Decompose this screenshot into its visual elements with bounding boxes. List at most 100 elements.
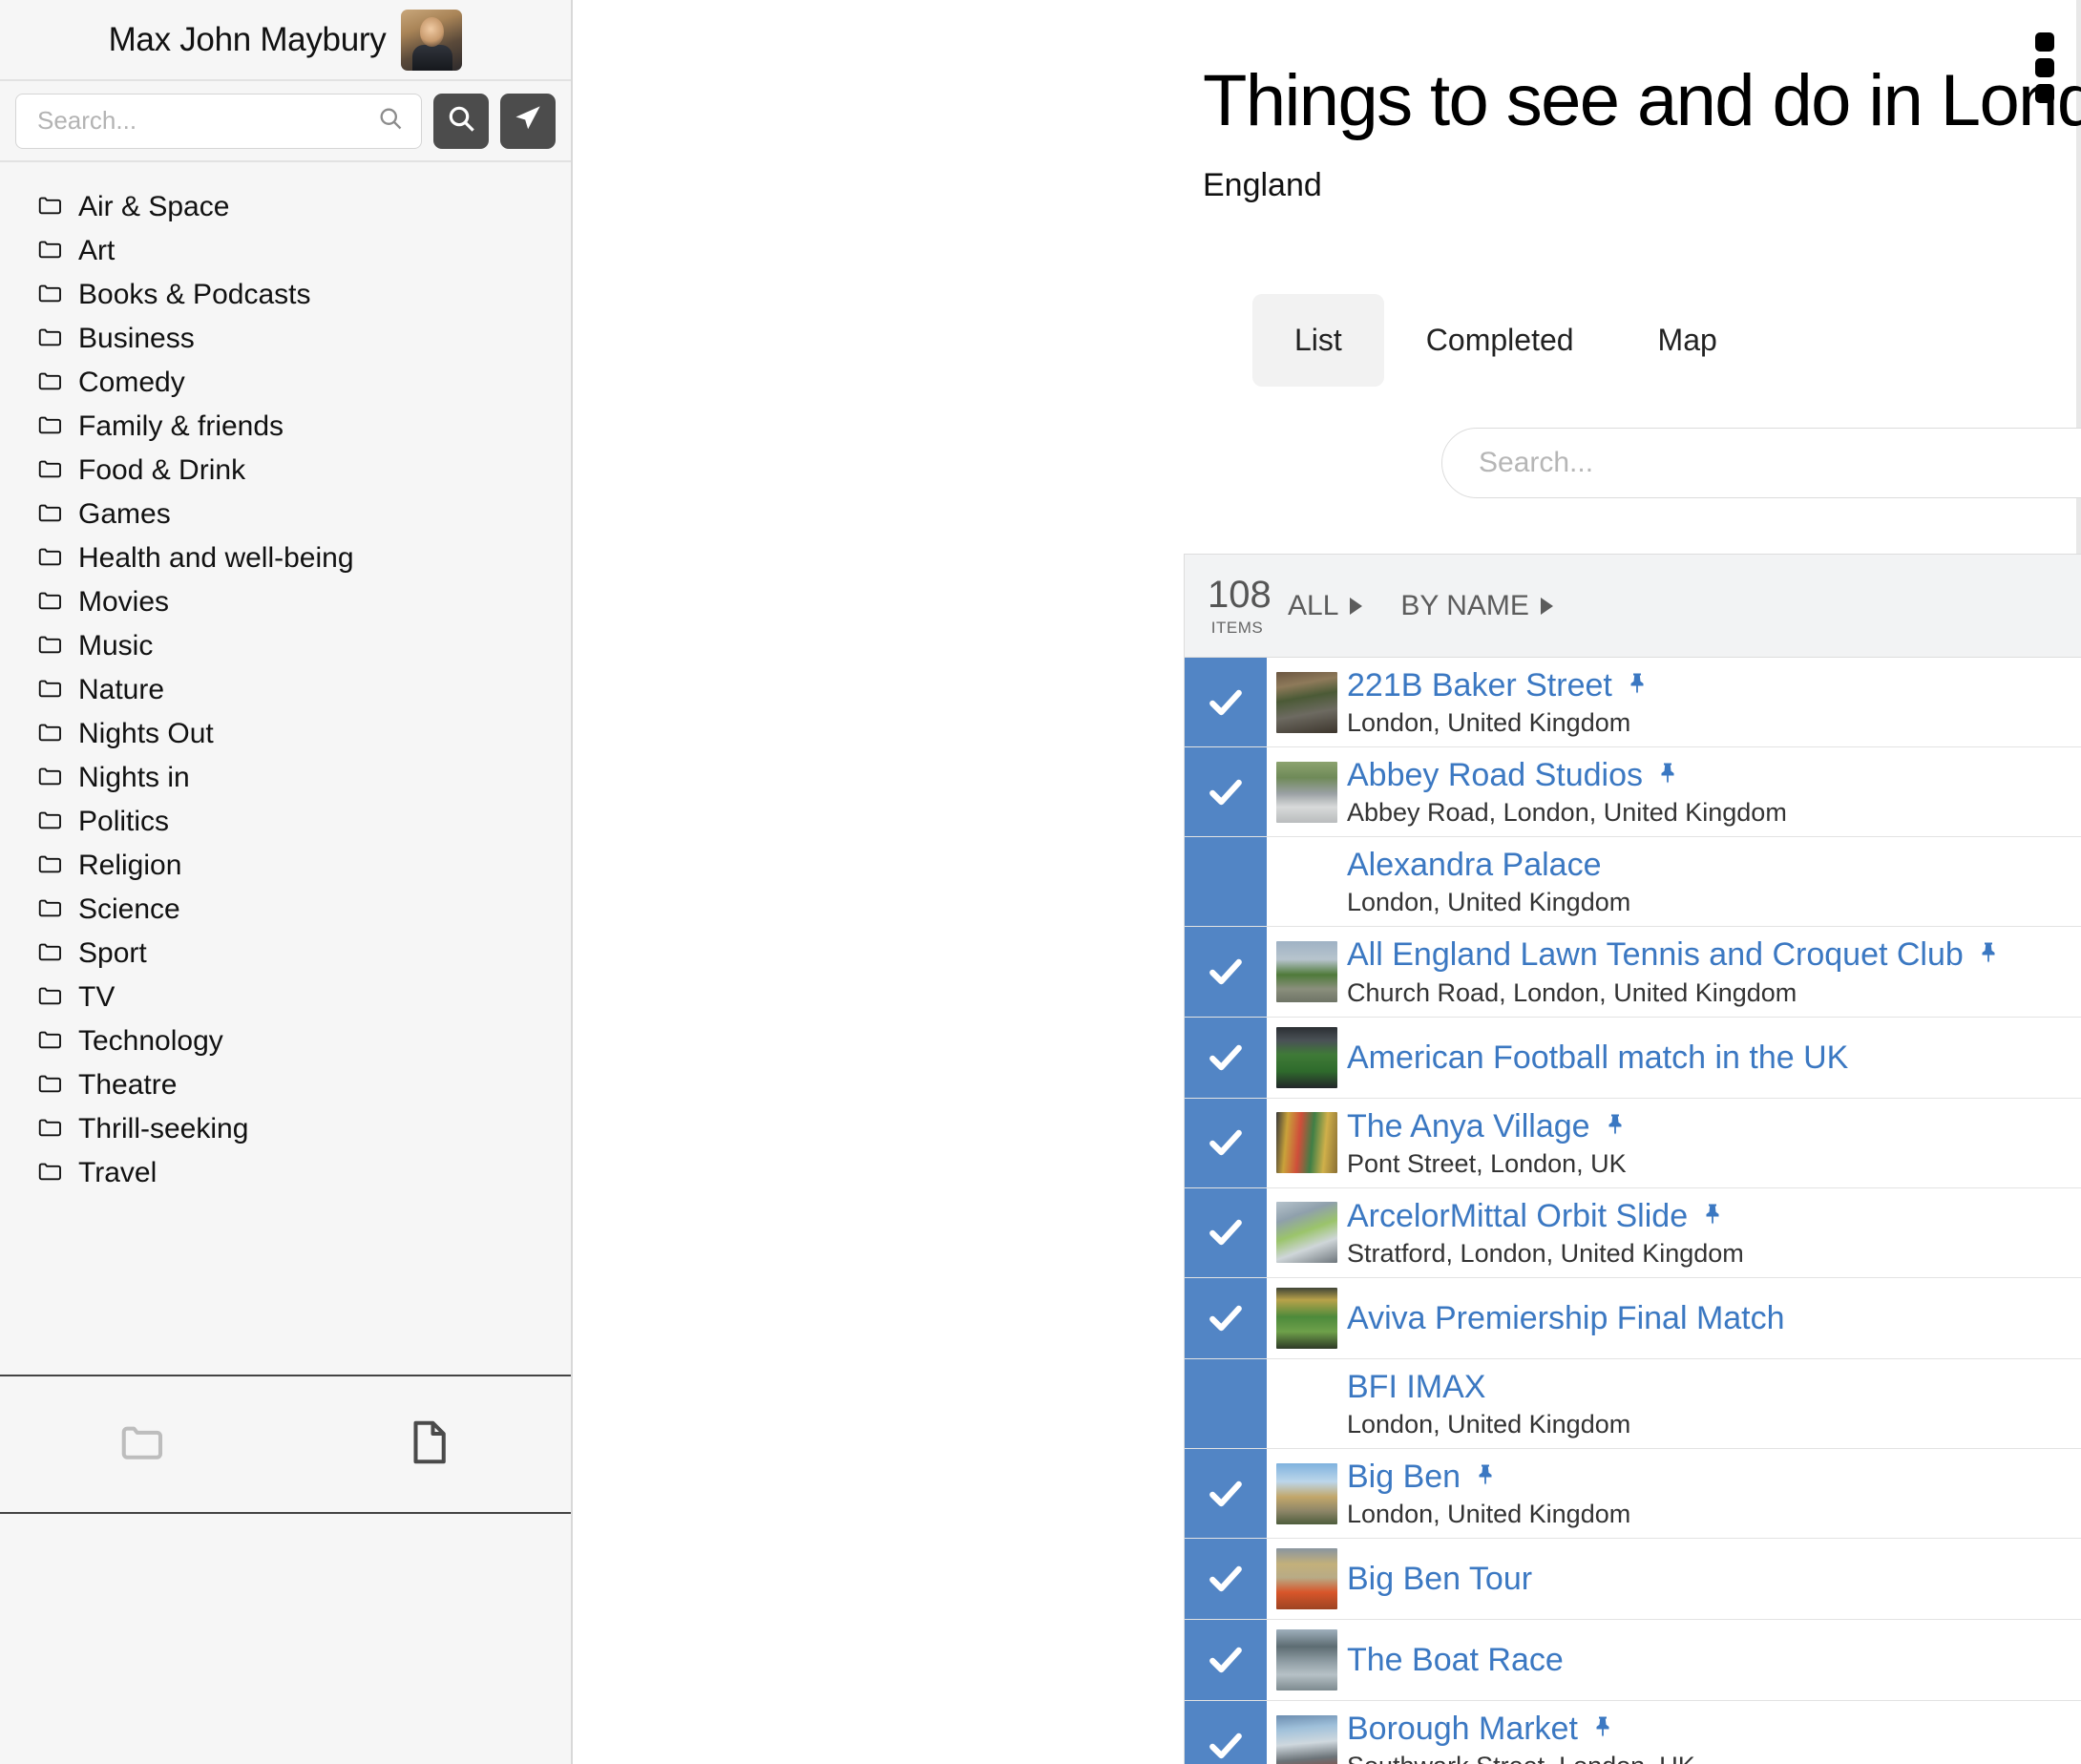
sidebar-item-air-space[interactable]: Air & Space	[0, 185, 571, 229]
item-text: Big Ben London, United Kingdom	[1347, 1458, 1630, 1529]
sidebar-item-label: Family & friends	[78, 410, 284, 442]
sidebar-item-health-and-well-being[interactable]: Health and well-being	[0, 536, 571, 580]
item-checkbox[interactable]	[1185, 1358, 1267, 1449]
list-search-box[interactable]	[1441, 428, 2081, 498]
sidebar-item-books-podcasts[interactable]: Books & Podcasts	[0, 273, 571, 317]
page-title: Things to see and do in London	[1203, 60, 2081, 141]
sidebar-item-science[interactable]: Science	[0, 888, 571, 932]
sidebar-search-button[interactable]	[433, 93, 489, 149]
item-checkbox[interactable]	[1185, 927, 1267, 1017]
item-checkbox[interactable]	[1185, 1187, 1267, 1277]
sidebar-item-politics[interactable]: Politics	[0, 800, 571, 844]
item-title[interactable]: Alexandra Palace	[1347, 846, 1630, 884]
sidebar-item-art[interactable]: Art	[0, 229, 571, 273]
kebab-menu-icon[interactable]	[2035, 32, 2056, 103]
list-item[interactable]: Big Ben Tour	[1185, 1539, 2081, 1621]
sidebar-item-family-friends[interactable]: Family & friends	[0, 405, 571, 449]
sidebar-item-label: Games	[78, 498, 171, 530]
list-item[interactable]: Alexandra Palace London, United Kingdom	[1185, 837, 2081, 928]
item-checkbox[interactable]	[1185, 1017, 1267, 1098]
list-item[interactable]: Big Ben London, United Kingdom	[1185, 1449, 2081, 1540]
kebab-dot	[2035, 84, 2054, 103]
item-title[interactable]: American Football match in the UK	[1347, 1039, 1848, 1077]
sidebar-folders-button[interactable]	[0, 1417, 285, 1473]
item-title[interactable]: Big Ben	[1347, 1458, 1630, 1496]
item-title[interactable]: Aviva Premiership Final Match	[1347, 1299, 1785, 1337]
sidebar-item-business[interactable]: Business	[0, 317, 571, 361]
item-checkbox[interactable]	[1185, 1539, 1267, 1620]
item-title[interactable]: The Anya Village	[1347, 1107, 1627, 1145]
list-item[interactable]: Borough Market Southwark Street, London, …	[1185, 1701, 2081, 1764]
item-checkbox[interactable]	[1185, 1701, 1267, 1764]
sidebar-documents-button[interactable]	[285, 1417, 571, 1473]
item-thumbnail	[1276, 671, 1337, 733]
list-item[interactable]: The Anya Village Pont Street, London, UK	[1185, 1098, 2081, 1188]
sidebar-item-games[interactable]: Games	[0, 493, 571, 536]
tab-completed[interactable]: Completed	[1384, 294, 1616, 387]
list-item[interactable]: American Football match in the UK	[1185, 1017, 2081, 1099]
item-title[interactable]: BFI IMAX	[1347, 1368, 1630, 1406]
sidebar-item-label: Air & Space	[78, 191, 230, 222]
view-tabs: List Completed Map	[1252, 294, 1759, 387]
item-title[interactable]: Big Ben Tour	[1347, 1560, 1532, 1598]
item-checkbox[interactable]	[1185, 658, 1267, 747]
sidebar-item-nights-out[interactable]: Nights Out	[0, 712, 571, 756]
sidebar-item-theatre[interactable]: Theatre	[0, 1063, 571, 1107]
sidebar-item-food-drink[interactable]: Food & Drink	[0, 449, 571, 493]
folder-icon	[36, 630, 65, 663]
list-item[interactable]: BFI IMAX London, United Kingdom	[1185, 1358, 2081, 1450]
sidebar-locate-button[interactable]	[500, 93, 556, 149]
item-title[interactable]: 221B Baker Street	[1347, 666, 1649, 704]
item-subtitle: Pont Street, London, UK	[1347, 1148, 1627, 1178]
item-thumbnail	[1276, 1112, 1337, 1174]
item-text: Aviva Premiership Final Match	[1347, 1299, 1785, 1337]
sidebar-item-nature[interactable]: Nature	[0, 668, 571, 712]
sidebar-item-label: Art	[78, 235, 116, 266]
item-checkbox[interactable]	[1185, 1620, 1267, 1701]
item-checkbox[interactable]	[1185, 837, 1267, 927]
item-checkbox[interactable]	[1185, 747, 1267, 837]
avatar[interactable]	[401, 9, 463, 71]
search-icon	[446, 103, 476, 138]
list-item[interactable]: The Boat Race	[1185, 1620, 2081, 1702]
item-text: The Anya Village Pont Street, London, UK	[1347, 1107, 1627, 1179]
item-checkbox[interactable]	[1185, 1098, 1267, 1187]
item-body: BFI IMAX London, United Kingdom	[1267, 1359, 2081, 1448]
item-subtitle: Stratford, London, United Kingdom	[1347, 1238, 1744, 1268]
folder-icon	[36, 1157, 65, 1190]
item-title[interactable]: Abbey Road Studios	[1347, 756, 1787, 794]
sort-dropdown[interactable]: BY NAME	[1400, 590, 1553, 622]
list-item[interactable]: ArcelorMittal Orbit Slide Stratford, Lond…	[1185, 1187, 2081, 1278]
list-item[interactable]: Aviva Premiership Final Match	[1185, 1277, 2081, 1359]
sidebar-item-travel[interactable]: Travel	[0, 1151, 571, 1195]
sidebar-item-label: Nights in	[78, 762, 190, 793]
tab-map[interactable]: Map	[1616, 294, 1759, 387]
item-title[interactable]: Borough Market	[1347, 1710, 1695, 1748]
item-checkbox[interactable]	[1185, 1449, 1267, 1539]
sidebar-item-music[interactable]: Music	[0, 624, 571, 668]
item-thumbnail	[1276, 761, 1337, 823]
tab-list[interactable]: List	[1252, 294, 1384, 387]
sidebar-item-comedy[interactable]: Comedy	[0, 361, 571, 405]
item-title[interactable]: All England Lawn Tennis and Croquet Club	[1347, 935, 2000, 974]
item-count-label: ITEMS	[1210, 619, 1264, 637]
item-title[interactable]: ArcelorMittal Orbit Slide	[1347, 1197, 1744, 1235]
sidebar-item-technology[interactable]: Technology	[0, 1019, 571, 1063]
item-title[interactable]: The Boat Race	[1347, 1641, 1564, 1679]
sidebar-item-thrill-seeking[interactable]: Thrill-seeking	[0, 1107, 571, 1151]
sidebar-item-nights-in[interactable]: Nights in	[0, 756, 571, 800]
sidebar-item-tv[interactable]: TV	[0, 976, 571, 1019]
sidebar-search-input[interactable]	[37, 106, 377, 136]
filter-dropdown[interactable]: ALL	[1288, 590, 1363, 622]
sidebar-item-sport[interactable]: Sport	[0, 932, 571, 976]
sidebar-item-religion[interactable]: Religion	[0, 844, 571, 888]
folder-icon	[36, 235, 65, 268]
list-item[interactable]: All England Lawn Tennis and Croquet Club…	[1185, 927, 2081, 1018]
sidebar-item-label: Technology	[78, 1025, 223, 1057]
sidebar-item-movies[interactable]: Movies	[0, 580, 571, 624]
list-item[interactable]: Abbey Road Studios Abbey Road, London, Un…	[1185, 747, 2081, 838]
sidebar-search-box[interactable]	[15, 93, 422, 149]
item-checkbox[interactable]	[1185, 1277, 1267, 1358]
list-search-input[interactable]	[1479, 447, 2081, 479]
list-item[interactable]: 221B Baker Street London, United Kingdom	[1185, 658, 2081, 748]
